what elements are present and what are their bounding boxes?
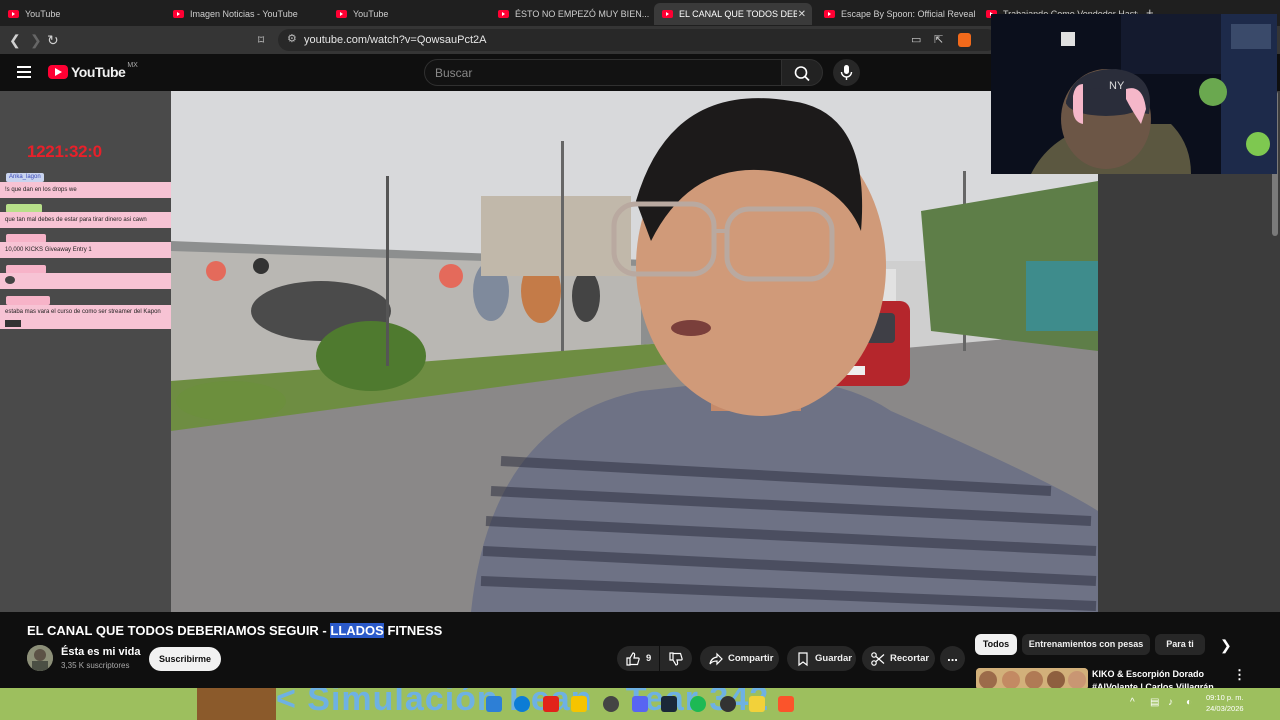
cast-icon[interactable]: ▭ <box>911 32 921 48</box>
forward-arrow-icon[interactable]: ❯ <box>30 32 42 48</box>
steam-icon[interactable] <box>661 696 677 712</box>
search-icon <box>794 66 810 82</box>
folder-icon[interactable] <box>571 696 587 712</box>
video-player[interactable] <box>171 91 1098 612</box>
channel-name[interactable]: Ésta es mi vida <box>61 646 141 658</box>
channel-avatar[interactable] <box>27 645 53 671</box>
subscribe-button[interactable]: Suscribirme <box>149 647 221 671</box>
chat-username-badge: Anka_lagon <box>6 173 44 182</box>
browser-tab[interactable]: Imagen Noticias - YouTube <box>165 3 325 25</box>
microphone-icon <box>840 65 853 80</box>
subscriber-count: 3,35 K suscriptores <box>61 661 130 670</box>
youtube-logo[interactable]: YouTube MX <box>48 62 138 80</box>
video-frame <box>171 91 1098 612</box>
chat-message: estaba mas vara el curso de como ser str… <box>0 305 194 329</box>
video-title: EL CANAL QUE TODOS DEBERIAMOS SEGUIR - L… <box>27 623 443 638</box>
thumbs-down-icon <box>669 651 683 666</box>
youtube-favicon-icon <box>498 10 509 18</box>
share-button[interactable]: Compartir <box>700 646 779 671</box>
bookmark-save-icon <box>798 651 808 666</box>
search-input[interactable] <box>435 65 765 81</box>
share-icon[interactable]: ⇱ <box>934 32 943 48</box>
discord-icon[interactable] <box>632 696 648 712</box>
tab-label: EL CANAL QUE TODOS DEBERIA <box>679 9 797 19</box>
save-button[interactable]: Guardar <box>787 646 856 671</box>
webcam-frame: NY <box>991 14 1277 174</box>
back-arrow-icon[interactable]: ❮ <box>9 32 21 48</box>
chip-for-you[interactable]: Para ti <box>1155 634 1205 655</box>
bookmark-icon[interactable]: ⌑ <box>258 32 264 48</box>
url-text: youtube.com/watch?v=QowsauPct2A <box>304 34 487 46</box>
like-button[interactable]: 9 <box>617 646 659 671</box>
browser-tab[interactable]: ÉSTO NO EMPEZÓ MUY BIEN... - You <box>490 3 650 25</box>
chat-message: que tan mal debes de estar para tirar di… <box>0 212 194 228</box>
search-button[interactable] <box>781 59 823 86</box>
chat-message <box>0 273 194 289</box>
thumbs-up-icon <box>626 651 640 666</box>
chevron-up-icon[interactable]: ^ <box>1130 697 1135 708</box>
thumbnail-image <box>976 668 1088 690</box>
voice-search-button[interactable] <box>833 59 860 86</box>
avatar-image <box>27 645 53 671</box>
recommendation-menu-icon[interactable]: ⋮ <box>1233 667 1246 683</box>
emote-icon <box>5 276 15 285</box>
clip-button[interactable]: Recortar <box>862 646 935 671</box>
app-icon[interactable] <box>543 696 559 712</box>
youtube-favicon-icon <box>824 10 835 18</box>
speaker-icon[interactable]: ◐ <box>1186 697 1192 708</box>
chat-message: 10,000 KICKS Giveaway Entry 1 <box>0 242 194 258</box>
chat-username: Anka_lagon <box>9 174 41 180</box>
tab-label: ÉSTO NO EMPEZÓ MUY BIEN... - You <box>515 9 650 19</box>
share-arrow-icon <box>709 652 723 665</box>
stream-overlay-panel: 1221:32:0 <box>0 91 171 612</box>
chat-message: !s que dan en los drops we <box>0 182 194 198</box>
search-box <box>424 59 782 86</box>
spotify-icon[interactable] <box>690 696 706 712</box>
app-icon[interactable] <box>749 696 765 712</box>
emote-icon <box>5 320 21 327</box>
chevron-right-icon[interactable]: ❯ <box>1220 637 1232 654</box>
svg-text:NY: NY <box>1109 80 1125 92</box>
browser-tab[interactable]: YouTube <box>328 3 488 25</box>
edge-icon[interactable] <box>514 696 530 712</box>
volume-icon[interactable]: ♪ <box>1168 697 1173 708</box>
browser-tab-active[interactable]: EL CANAL QUE TODOS DEBERIA✕ <box>654 3 812 25</box>
close-tab-icon[interactable]: ✕ <box>798 9 806 20</box>
streamer-webcam: NY <box>991 14 1277 174</box>
network-icon[interactable]: ▤ <box>1150 697 1159 708</box>
chip-weight-training[interactable]: Entrenamientos con pesas <box>1022 634 1150 655</box>
chat-username-badge <box>6 296 50 305</box>
youtube-favicon-icon <box>662 10 673 18</box>
recommendation-thumbnail[interactable] <box>976 668 1088 690</box>
browser-tab[interactable]: YouTube <box>0 3 160 25</box>
selected-text: LLADOS <box>330 623 384 638</box>
like-count: 9 <box>646 653 652 664</box>
hamburger-menu-icon[interactable] <box>17 66 31 81</box>
tab-label: Imagen Noticias - YouTube <box>190 9 298 19</box>
more-actions-button[interactable]: ... <box>940 646 965 671</box>
chip-all[interactable]: Todos <box>975 634 1017 655</box>
obs-icon[interactable] <box>603 696 619 712</box>
recommendation-title[interactable]: KIKO & Escorpión Dorado #AlVolante | Car… <box>1092 668 1220 690</box>
file-explorer-icon[interactable] <box>486 696 502 712</box>
youtube-favicon-icon <box>173 10 184 18</box>
youtube-favicon-icon <box>8 10 19 18</box>
tab-label: YouTube <box>353 9 389 19</box>
reload-icon[interactable]: ↻ <box>47 32 59 48</box>
browser-tab[interactable]: Escape By Spoon: Official Reveal Trai <box>816 3 976 25</box>
taskbar: < Simulación Lean - Tear 342 ^ ▤ ♪ ◐ 09:… <box>0 688 1280 720</box>
tab-label: YouTube <box>25 9 61 19</box>
brave-icon[interactable] <box>778 696 794 712</box>
scissors-icon <box>871 651 885 666</box>
site-settings-icon[interactable]: ⚙ <box>287 32 297 45</box>
address-bar[interactable]: ⚙ youtube.com/watch?v=QowsauPct2A <box>278 29 998 51</box>
system-clock[interactable]: 09:10 p. m. 24/03/2026 <box>1206 692 1244 714</box>
stream-timer: 1221:32:0 <box>27 142 102 161</box>
dislike-button[interactable] <box>660 646 692 671</box>
github-icon[interactable] <box>720 696 736 712</box>
tab-label: Escape By Spoon: Official Reveal Trai <box>841 9 976 19</box>
youtube-play-icon <box>48 65 68 79</box>
brave-shield-icon[interactable] <box>958 33 971 47</box>
youtube-favicon-icon <box>336 10 347 18</box>
